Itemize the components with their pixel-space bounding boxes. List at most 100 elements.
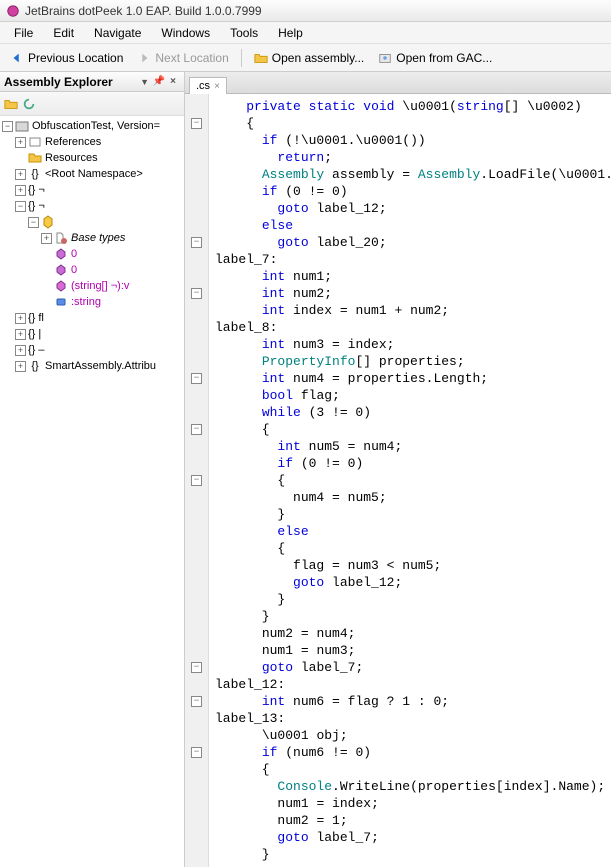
panel-toolbar bbox=[0, 92, 184, 116]
menu-tools[interactable]: Tools bbox=[220, 24, 268, 42]
fold-icon[interactable]: − bbox=[191, 288, 202, 299]
fold-icon[interactable]: − bbox=[191, 662, 202, 673]
arrow-left-icon bbox=[10, 51, 24, 65]
tree: − ObfuscationTest, Version= + References R… bbox=[0, 116, 184, 867]
tree-b1-label: {} ¬ bbox=[28, 184, 45, 196]
menu-help[interactable]: Help bbox=[268, 24, 313, 42]
toolbar-separator bbox=[241, 49, 242, 67]
class-icon bbox=[41, 215, 55, 229]
tree-expand-icon[interactable]: + bbox=[15, 313, 26, 324]
refresh-icon[interactable] bbox=[22, 97, 36, 111]
tree-collapse-icon[interactable]: − bbox=[28, 217, 39, 228]
tree-member[interactable]: 0 bbox=[2, 246, 182, 262]
tree-m0a-label: 0 bbox=[71, 248, 77, 260]
tree-ns-item[interactable]: +{} | bbox=[2, 326, 182, 342]
tree-member[interactable]: :string bbox=[2, 294, 182, 310]
fold-icon[interactable]: − bbox=[191, 475, 202, 486]
tree-expand-icon[interactable]: + bbox=[15, 329, 26, 340]
tree-class-item[interactable]: − bbox=[2, 214, 182, 230]
tree-ns-item[interactable]: +{} ¬ bbox=[2, 182, 182, 198]
tree-expand-icon[interactable]: + bbox=[41, 233, 52, 244]
tree-b4-label: {} | bbox=[28, 328, 41, 340]
tree-member[interactable]: 0 bbox=[2, 262, 182, 278]
open-assembly-button[interactable]: Open assembly... bbox=[248, 49, 370, 67]
tree-expand-icon[interactable]: + bbox=[15, 185, 26, 196]
tree-expand-icon[interactable]: + bbox=[15, 137, 26, 148]
tree-root[interactable]: − ObfuscationTest, Version= bbox=[2, 118, 182, 134]
tree-sig-label: (string[] ¬):v bbox=[71, 280, 129, 292]
arrow-right-icon bbox=[137, 51, 151, 65]
menubar: File Edit Navigate Windows Tools Help bbox=[0, 22, 611, 44]
assembly-icon bbox=[15, 119, 29, 133]
namespace-icon: {} bbox=[28, 167, 42, 181]
tree-basetypes-label: Base types bbox=[71, 232, 125, 244]
menu-windows[interactable]: Windows bbox=[151, 24, 220, 42]
fold-icon[interactable]: − bbox=[191, 118, 202, 129]
panel-title: Assembly Explorer bbox=[4, 75, 140, 89]
open-gac-label: Open from GAC... bbox=[396, 51, 492, 65]
tree-member[interactable]: (string[] ¬):v bbox=[2, 278, 182, 294]
editor-area: .cs × − − − − − − − − bbox=[185, 72, 611, 867]
tree-resources[interactable]: Resources bbox=[2, 150, 182, 166]
menu-navigate[interactable]: Navigate bbox=[84, 24, 151, 42]
namespace-icon: {} bbox=[28, 359, 42, 373]
menu-file[interactable]: File bbox=[4, 24, 43, 42]
tree-ns-item[interactable]: +{} – bbox=[2, 342, 182, 358]
pin-icon[interactable]: 📌 bbox=[152, 75, 166, 89]
tree-resources-label: Resources bbox=[45, 152, 98, 164]
next-location-label: Next Location bbox=[155, 51, 228, 65]
tree-expand-icon[interactable]: + bbox=[15, 169, 26, 180]
gac-icon bbox=[378, 51, 392, 65]
tree-ns-item[interactable]: −{} ¬ bbox=[2, 198, 182, 214]
tab-cs[interactable]: .cs × bbox=[189, 77, 227, 94]
app-icon bbox=[6, 4, 20, 18]
panel-header: Assembly Explorer ▼ 📌 × bbox=[0, 72, 184, 92]
code-view[interactable]: private static void \u0001(string[] \u00… bbox=[209, 94, 611, 867]
tree-rootns-label: <Root Namespace> bbox=[45, 168, 143, 180]
folder-open-icon bbox=[254, 51, 268, 65]
titlebar: JetBrains dotPeek 1.0 EAP. Build 1.0.0.7… bbox=[0, 0, 611, 22]
tree-ns-item[interactable]: +{}SmartAssembly.Attribu bbox=[2, 358, 182, 374]
tree-references[interactable]: + References bbox=[2, 134, 182, 150]
tree-b5-label: {} – bbox=[28, 344, 45, 356]
tree-smart-label: SmartAssembly.Attribu bbox=[45, 360, 156, 372]
tree-collapse-icon[interactable]: − bbox=[15, 201, 26, 212]
tree-basetypes[interactable]: + Base types bbox=[2, 230, 182, 246]
folder-icon[interactable] bbox=[4, 97, 18, 111]
tree-root-label: ObfuscationTest, Version= bbox=[32, 120, 160, 132]
chevron-down-icon[interactable]: ▼ bbox=[140, 77, 149, 87]
tree-expand-icon[interactable]: + bbox=[15, 345, 26, 356]
panel-close-icon[interactable]: × bbox=[166, 75, 180, 89]
field-icon bbox=[54, 295, 68, 309]
fold-icon[interactable]: − bbox=[191, 696, 202, 707]
assembly-explorer-panel: Assembly Explorer ▼ 📌 × − ObfuscationTest… bbox=[0, 72, 185, 867]
open-assembly-label: Open assembly... bbox=[272, 51, 364, 65]
window-title: JetBrains dotPeek 1.0 EAP. Build 1.0.0.7… bbox=[25, 4, 262, 18]
menu-edit[interactable]: Edit bbox=[43, 24, 84, 42]
fold-icon[interactable]: − bbox=[191, 373, 202, 384]
tab-label: .cs bbox=[196, 80, 210, 92]
code-area: − − − − − − − − − private static void \u… bbox=[185, 94, 611, 867]
fold-icon[interactable]: − bbox=[191, 747, 202, 758]
tree-expand-icon[interactable]: + bbox=[15, 361, 26, 372]
tree-b3-label: {} ﬂ bbox=[28, 312, 44, 324]
tree-collapse-icon[interactable]: − bbox=[2, 121, 13, 132]
tree-m0b-label: 0 bbox=[71, 264, 77, 276]
tree-rootns[interactable]: +{}<Root Namespace> bbox=[2, 166, 182, 182]
open-gac-button[interactable]: Open from GAC... bbox=[372, 49, 498, 67]
method-icon bbox=[54, 247, 68, 261]
tab-close-icon[interactable]: × bbox=[214, 81, 220, 92]
method-icon bbox=[54, 263, 68, 277]
content-area: Assembly Explorer ▼ 📌 × − ObfuscationTest… bbox=[0, 72, 611, 867]
fold-icon[interactable]: − bbox=[191, 424, 202, 435]
tree-ns-item[interactable]: +{} ﬂ bbox=[2, 310, 182, 326]
tree-references-label: References bbox=[45, 136, 101, 148]
fold-icon[interactable]: − bbox=[191, 237, 202, 248]
prev-location-label: Previous Location bbox=[28, 51, 123, 65]
tab-bar: .cs × bbox=[185, 72, 611, 94]
references-icon bbox=[28, 135, 42, 149]
gutter: − − − − − − − − − bbox=[185, 94, 209, 867]
prev-location-button[interactable]: Previous Location bbox=[4, 49, 129, 67]
next-location-button[interactable]: Next Location bbox=[131, 49, 234, 67]
method-icon bbox=[54, 279, 68, 293]
